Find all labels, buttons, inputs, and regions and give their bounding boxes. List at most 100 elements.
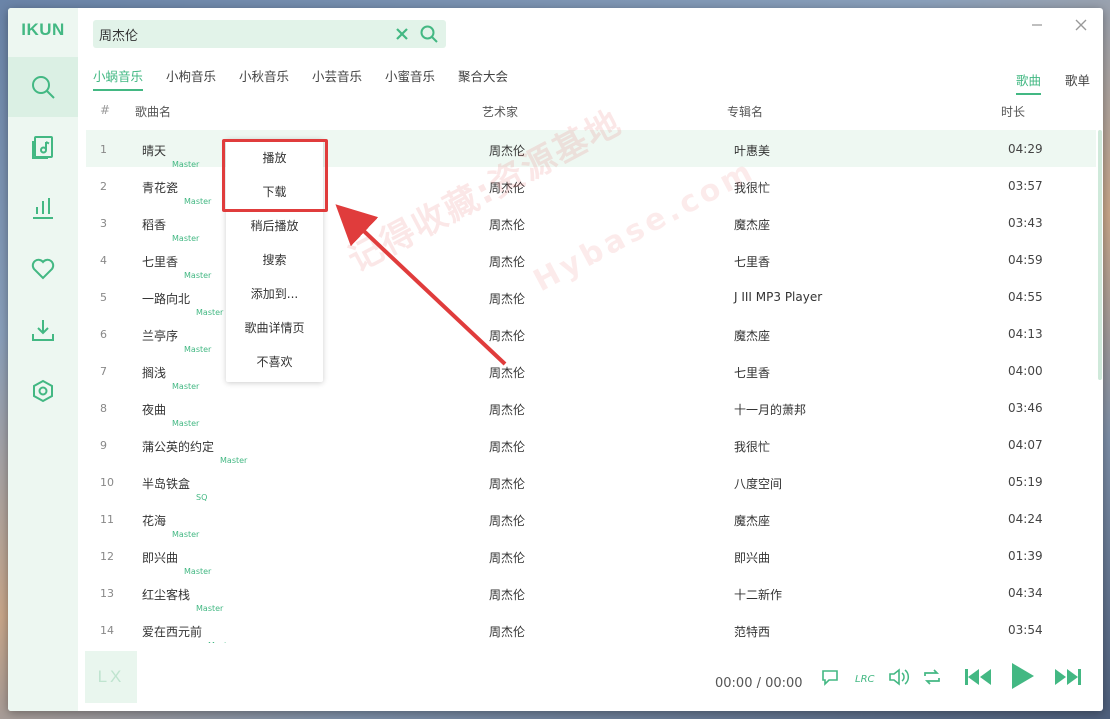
play-button[interactable] bbox=[1009, 661, 1035, 691]
menu-song-detail[interactable]: 歌曲详情页 bbox=[226, 311, 323, 345]
volume-button[interactable] bbox=[888, 667, 910, 687]
row-artist[interactable]: 周杰伦 bbox=[489, 364, 525, 381]
row-album[interactable]: 范特西 bbox=[734, 623, 770, 640]
row-artist[interactable]: 周杰伦 bbox=[489, 401, 525, 418]
heart-icon bbox=[31, 258, 55, 280]
row-song-name: 爱在西元前 Master bbox=[142, 623, 235, 643]
row-album[interactable]: 八度空间 bbox=[734, 475, 782, 492]
tab-source-3[interactable]: 小秋音乐 bbox=[239, 66, 289, 89]
row-album[interactable]: 十二新作 bbox=[734, 586, 782, 603]
tab-playlists[interactable]: 歌单 bbox=[1065, 70, 1090, 93]
row-index: 8 bbox=[100, 402, 107, 415]
minimize-icon[interactable] bbox=[1030, 18, 1044, 32]
row-artist[interactable]: 周杰伦 bbox=[489, 586, 525, 603]
row-artist[interactable]: 周杰伦 bbox=[489, 475, 525, 492]
menu-download[interactable]: 下载 bbox=[226, 175, 323, 209]
row-song-name: 红尘客栈Master bbox=[142, 586, 223, 613]
row-album[interactable]: 十一月的萧邦 bbox=[734, 401, 806, 418]
row-index: 4 bbox=[100, 254, 107, 267]
song-name-text: 爱在西元前 bbox=[142, 625, 203, 639]
tab-source-4[interactable]: 小芸音乐 bbox=[312, 66, 362, 89]
clear-icon[interactable] bbox=[393, 25, 411, 43]
sidebar-item-settings[interactable] bbox=[8, 361, 78, 421]
menu-dislike[interactable]: 不喜欢 bbox=[226, 345, 323, 379]
row-album[interactable]: 魔杰座 bbox=[734, 327, 770, 344]
row-album[interactable]: 魔杰座 bbox=[734, 216, 770, 233]
next-button[interactable] bbox=[1053, 665, 1083, 689]
player-time: 00:00 / 00:00 bbox=[715, 676, 803, 691]
row-duration: 04:13 bbox=[1008, 327, 1043, 341]
tab-source-5[interactable]: 小蜜音乐 bbox=[385, 66, 435, 89]
row-artist[interactable]: 周杰伦 bbox=[489, 549, 525, 566]
row-album[interactable]: 我很忙 bbox=[734, 438, 770, 455]
menu-add-to[interactable]: 添加到... bbox=[226, 277, 323, 311]
song-name-text: 花海 bbox=[142, 514, 167, 528]
song-name-text: 红尘客栈 bbox=[142, 588, 191, 602]
row-artist[interactable]: 周杰伦 bbox=[489, 327, 525, 344]
header-album: 专辑名 bbox=[727, 105, 764, 119]
row-album[interactable]: 七里香 bbox=[734, 364, 770, 381]
sidebar-item-download[interactable] bbox=[8, 300, 78, 360]
menu-play-later[interactable]: 稍后播放 bbox=[226, 209, 323, 243]
row-artist[interactable]: 周杰伦 bbox=[489, 253, 525, 270]
comment-button[interactable] bbox=[820, 667, 840, 687]
header-index: # bbox=[100, 103, 111, 117]
next-icon bbox=[1055, 669, 1081, 685]
sidebar-item-search[interactable] bbox=[8, 57, 78, 117]
lyric-button[interactable]: LRC bbox=[854, 667, 876, 687]
svg-text:LRC: LRC bbox=[855, 674, 875, 685]
tab-source-2[interactable]: 小枸音乐 bbox=[166, 66, 216, 89]
download-icon bbox=[32, 320, 54, 341]
tab-source-6[interactable]: 聚合大会 bbox=[458, 66, 508, 89]
song-name-text: 夜曲 bbox=[142, 403, 167, 417]
row-song-name: 花海Master bbox=[142, 512, 199, 539]
close-icon[interactable] bbox=[1074, 18, 1088, 32]
tab-source-1[interactable]: 小蜗音乐 bbox=[93, 66, 144, 91]
row-song-name: 搁浅Master bbox=[142, 364, 199, 391]
row-index: 7 bbox=[100, 365, 107, 378]
row-album[interactable]: 七里香 bbox=[734, 253, 770, 270]
lyric-icon: LRC bbox=[855, 674, 875, 685]
header-duration: 时长 bbox=[1001, 105, 1026, 119]
row-duration: 04:59 bbox=[1008, 253, 1043, 267]
row-artist[interactable]: 周杰伦 bbox=[489, 290, 525, 307]
row-duration: 01:39 bbox=[1008, 549, 1043, 563]
app-logo: IKUN bbox=[21, 20, 65, 39]
cover-placeholder: LX bbox=[85, 651, 137, 703]
table-row[interactable]: 11 花海Master 周杰伦 魔杰座 04:24 bbox=[86, 500, 1096, 539]
prev-button[interactable] bbox=[963, 665, 993, 689]
music-list-icon bbox=[32, 136, 53, 159]
sidebar-item-favorites[interactable] bbox=[8, 239, 78, 299]
row-index: 13 bbox=[100, 587, 114, 600]
sidebar-item-songlist[interactable] bbox=[8, 117, 78, 177]
table-row[interactable]: 10 半岛铁盒SQ 周杰伦 八度空间 05:19 bbox=[86, 463, 1096, 502]
search-button-icon[interactable] bbox=[419, 24, 439, 44]
row-album[interactable]: 即兴曲 bbox=[734, 549, 770, 566]
menu-search[interactable]: 搜索 bbox=[226, 243, 323, 277]
row-duration: 03:54 bbox=[1008, 623, 1043, 637]
row-song-name: 蒲公英的约定Master bbox=[142, 438, 247, 465]
row-album[interactable]: 魔杰座 bbox=[734, 512, 770, 529]
menu-play[interactable]: 播放 bbox=[226, 141, 323, 175]
sidebar-item-leaderboard[interactable] bbox=[8, 178, 78, 238]
volume-icon bbox=[889, 668, 910, 686]
chart-icon bbox=[33, 198, 53, 219]
row-duration: 03:46 bbox=[1008, 401, 1043, 415]
row-song-name: 即兴曲Master bbox=[142, 549, 211, 576]
scrollbar[interactable] bbox=[1098, 130, 1102, 380]
row-artist[interactable]: 周杰伦 bbox=[489, 512, 525, 529]
table-row[interactable]: 12 即兴曲Master 周杰伦 即兴曲 01:39 bbox=[86, 537, 1096, 576]
tab-songs[interactable]: 歌曲 bbox=[1016, 70, 1042, 95]
table-row[interactable]: 8 夜曲Master 周杰伦 十一月的萧邦 03:46 bbox=[86, 389, 1096, 428]
search-input[interactable] bbox=[99, 24, 379, 44]
table-row[interactable]: 9 蒲公英的约定Master 周杰伦 我很忙 04:07 bbox=[86, 426, 1096, 465]
row-artist[interactable]: 周杰伦 bbox=[489, 216, 525, 233]
row-artist[interactable]: 周杰伦 bbox=[489, 438, 525, 455]
row-artist[interactable]: 周杰伦 bbox=[489, 623, 525, 640]
table-row[interactable]: 14 爱在西元前 Master 周杰伦 范特西 03:54 bbox=[86, 611, 1096, 643]
row-duration: 05:19 bbox=[1008, 475, 1043, 489]
repeat-button[interactable] bbox=[922, 667, 942, 687]
row-album[interactable]: J III MP3 Player bbox=[734, 290, 822, 304]
quality-badge: Master bbox=[208, 641, 235, 643]
table-row[interactable]: 13 红尘客栈Master 周杰伦 十二新作 04:34 bbox=[86, 574, 1096, 613]
